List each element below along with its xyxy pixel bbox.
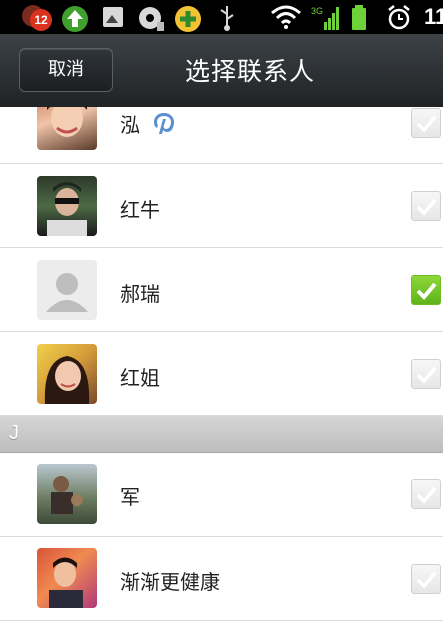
page-title: 选择联系人 [184, 57, 315, 86]
list-item[interactable]: 郝瑞 [0, 248, 443, 332]
contact-name: 红姐 [120, 366, 160, 390]
check-icon [416, 571, 437, 589]
contact-name: 郝瑞 [120, 282, 160, 306]
contact-name: 泓 [120, 113, 140, 137]
cancel-button[interactable]: 取消 [19, 48, 113, 92]
contact-photo [47, 182, 87, 236]
list-item[interactable]: 军 [0, 453, 443, 537]
pinterest-icon [154, 113, 174, 134]
contact-checkbox-checked[interactable] [411, 275, 441, 305]
check-icon [416, 486, 437, 504]
contact-avatar [37, 464, 97, 524]
contact-photo [47, 107, 87, 137]
contact-name: 红牛 [120, 198, 160, 222]
plus-circle-icon [175, 6, 201, 32]
alarm-icon [388, 5, 410, 30]
contact-photo [49, 557, 83, 608]
contact-checkbox[interactable] [411, 359, 441, 389]
media-notification-icon [139, 7, 164, 31]
default-person-icon [37, 260, 97, 320]
check-icon [416, 115, 437, 133]
list-item[interactable]: 红姐 [0, 332, 443, 416]
contact-avatar [37, 176, 97, 236]
list-item[interactable]: 红牛 [0, 164, 443, 248]
contact-name: 军 [120, 485, 140, 509]
usb-icon [220, 6, 234, 31]
section-label: J [9, 422, 19, 444]
status-bar: 12 3G 11 [0, 0, 443, 34]
list-item[interactable]: 泓 [0, 107, 443, 164]
contact-checkbox[interactable] [411, 564, 441, 594]
section-header: J [0, 416, 443, 453]
notification-count-badge: 12 [30, 9, 52, 31]
contact-avatar [37, 344, 97, 404]
check-icon [416, 366, 437, 384]
battery-icon [352, 5, 366, 30]
contact-checkbox[interactable] [411, 108, 441, 138]
status-time: 11 [424, 4, 443, 29]
upload-arrow-icon [62, 6, 88, 32]
person-silhouette-icon [46, 273, 88, 312]
contact-photo [44, 356, 90, 404]
check-icon [416, 198, 437, 216]
contact-checkbox[interactable] [411, 191, 441, 221]
wifi-icon [271, 5, 301, 29]
contact-avatar [37, 548, 97, 608]
contact-name: 渐渐更健康 [120, 570, 220, 594]
contact-avatar [37, 107, 97, 150]
check-icon [416, 282, 437, 300]
contact-checkbox[interactable] [411, 479, 441, 509]
contact-list[interactable]: 泓 红牛 郝瑞 红姐 J 军 渐渐更健康 [0, 107, 443, 629]
signal-3g-icon: 3G [311, 6, 339, 30]
list-item[interactable]: 渐渐更健康 [0, 537, 443, 621]
contact-photo [51, 476, 83, 514]
image-notification-icon [103, 7, 123, 27]
title-bar: 取消 选择联系人 [0, 34, 443, 108]
svg-text:3G: 3G [311, 6, 323, 16]
